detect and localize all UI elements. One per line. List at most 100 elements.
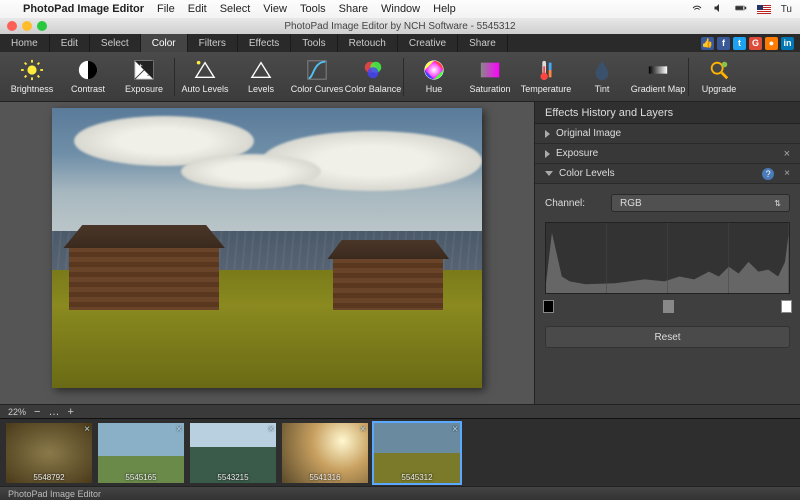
tab-tools[interactable]: Tools	[291, 34, 337, 52]
svg-text:+: +	[139, 61, 143, 70]
tab-retouch[interactable]: Retouch	[338, 34, 398, 52]
tab-filters[interactable]: Filters	[188, 34, 238, 52]
close-icon[interactable]: ×	[360, 424, 366, 435]
reset-button[interactable]: Reset	[545, 326, 790, 348]
tab-effects[interactable]: Effects	[238, 34, 291, 52]
contrast-button[interactable]: Contrast	[60, 54, 116, 100]
auto-levels-button[interactable]: Auto Levels	[177, 54, 233, 100]
histogram[interactable]	[545, 222, 790, 294]
help-icon[interactable]: ?	[762, 168, 774, 180]
color-balance-button[interactable]: Color Balance	[345, 54, 401, 100]
color-toolbar: Brightness Contrast +− Exposure Auto Lev…	[0, 52, 800, 102]
facebook-icon[interactable]: f	[717, 37, 730, 50]
svg-text:−: −	[147, 70, 151, 79]
color-curves-icon	[306, 59, 328, 81]
histogram-sliders	[545, 300, 790, 314]
tint-button[interactable]: Tint	[574, 54, 630, 100]
menu-select[interactable]: Select	[220, 3, 251, 15]
tab-creative[interactable]: Creative	[398, 34, 458, 52]
traffic-light-close[interactable]	[7, 21, 17, 31]
rss-icon[interactable]: ●	[765, 37, 778, 50]
channel-select[interactable]: RGB ⇅	[611, 194, 790, 212]
zoom-out-button[interactable]: −	[34, 406, 40, 418]
thumbnail[interactable]: × 5545165	[98, 423, 184, 483]
chevron-updown-icon: ⇅	[774, 199, 781, 208]
brightness-button[interactable]: Brightness	[4, 54, 60, 100]
menu-tools[interactable]: Tools	[300, 3, 326, 15]
temperature-button[interactable]: Temperature	[518, 54, 574, 100]
tab-share[interactable]: Share	[458, 34, 508, 52]
thumbnail[interactable]: × 5541316	[282, 423, 368, 483]
traffic-light-minimize[interactable]	[22, 21, 32, 31]
menu-view[interactable]: View	[263, 3, 287, 15]
slider-gray[interactable]	[663, 300, 674, 313]
canvas-area[interactable]	[0, 102, 534, 404]
exposure-button[interactable]: +− Exposure	[116, 54, 172, 100]
upgrade-button[interactable]: Upgrade	[691, 54, 747, 100]
gradient-map-button[interactable]: Gradient Map	[630, 54, 686, 100]
saturation-icon	[479, 59, 501, 81]
color-curves-button[interactable]: Color Curves	[289, 54, 345, 100]
hue-icon	[423, 59, 445, 81]
layer-color-levels[interactable]: Color Levels ? ×	[535, 164, 800, 184]
menu-window[interactable]: Window	[381, 3, 420, 15]
volume-icon[interactable]	[713, 2, 725, 17]
slider-black[interactable]	[543, 300, 554, 313]
image-canvas[interactable]	[52, 108, 482, 388]
tab-select[interactable]: Select	[90, 34, 141, 52]
slider-white[interactable]	[781, 300, 792, 313]
menu-share[interactable]: Share	[339, 3, 368, 15]
statusbar: PhotoPad Image Editor	[0, 486, 800, 500]
close-icon[interactable]: ×	[176, 424, 182, 435]
levels-button[interactable]: Levels	[233, 54, 289, 100]
levels-icon	[250, 59, 272, 81]
thumbnail-strip[interactable]: × 5548792 × 5545165 × 5543215 × 5541316 …	[0, 418, 800, 486]
status-text: PhotoPad Image Editor	[8, 489, 101, 499]
auto-levels-icon	[194, 59, 216, 81]
close-icon[interactable]: ×	[784, 148, 790, 160]
main-area: Effects History and Layers Original Imag…	[0, 102, 800, 404]
flag-icon[interactable]	[757, 5, 771, 14]
zoom-in-button[interactable]: +	[67, 406, 73, 418]
linkedin-icon[interactable]: in	[781, 37, 794, 50]
exposure-icon: +−	[133, 59, 155, 81]
ribbon-tabbar: Home Edit Select Color Filters Effects T…	[0, 34, 800, 52]
tint-icon	[591, 59, 613, 81]
brightness-icon	[21, 59, 43, 81]
close-icon[interactable]: ×	[784, 168, 790, 179]
hue-button[interactable]: Hue	[406, 54, 462, 100]
chevron-right-icon	[545, 130, 550, 138]
upgrade-icon	[708, 59, 730, 81]
color-levels-body: Channel: RGB ⇅ Reset	[535, 184, 800, 404]
thumbnail[interactable]: × 5548792	[6, 423, 92, 483]
tab-color[interactable]: Color	[141, 34, 188, 52]
zoom-fit-button[interactable]: …	[48, 406, 59, 418]
close-icon[interactable]: ×	[84, 424, 90, 435]
layer-original[interactable]: Original Image	[535, 124, 800, 144]
saturation-button[interactable]: Saturation	[462, 54, 518, 100]
clock[interactable]: Tu	[781, 4, 792, 15]
menu-edit[interactable]: Edit	[188, 3, 207, 15]
chevron-down-icon	[545, 171, 553, 176]
close-icon[interactable]: ×	[268, 424, 274, 435]
wifi-icon[interactable]	[691, 2, 703, 17]
sidepanel-header: Effects History and Layers	[535, 102, 800, 124]
twitter-icon[interactable]: t	[733, 37, 746, 50]
like-icon[interactable]: 👍	[701, 37, 714, 50]
traffic-light-maximize[interactable]	[37, 21, 47, 31]
menu-help[interactable]: Help	[433, 3, 456, 15]
menu-appname[interactable]: PhotoPad Image Editor	[23, 3, 144, 15]
menu-file[interactable]: File	[157, 3, 175, 15]
layer-exposure[interactable]: Exposure ×	[535, 144, 800, 164]
google-icon[interactable]: G	[749, 37, 762, 50]
tab-home[interactable]: Home	[0, 34, 50, 52]
tab-edit[interactable]: Edit	[50, 34, 90, 52]
zoom-bar: 22% − … +	[0, 404, 800, 418]
close-icon[interactable]: ×	[452, 424, 458, 435]
thumbnail[interactable]: × 5545312	[374, 423, 460, 483]
color-balance-icon	[362, 59, 384, 81]
battery-icon[interactable]	[735, 2, 747, 17]
temperature-icon	[535, 59, 557, 81]
window-title: PhotoPad Image Editor by NCH Software - …	[0, 21, 800, 32]
thumbnail[interactable]: × 5543215	[190, 423, 276, 483]
